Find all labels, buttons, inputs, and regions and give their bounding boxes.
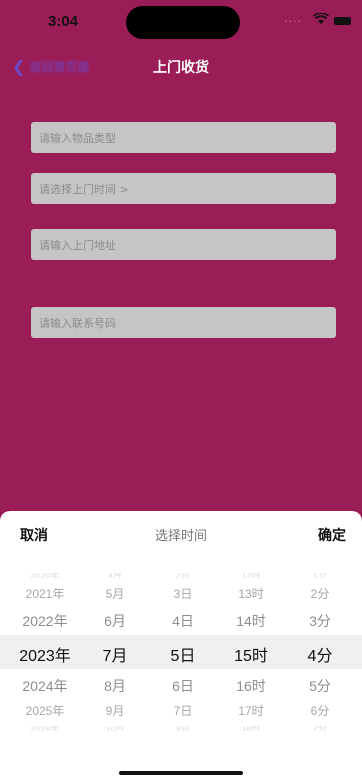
status-bar: 3:04 .... xyxy=(0,0,362,46)
address-input[interactable]: 请输入上门地址 xyxy=(31,229,336,260)
picker-option: 3分 xyxy=(309,613,331,629)
picker-title: 选择时间 xyxy=(154,529,207,544)
picker-option: 16时 xyxy=(236,678,266,694)
date-time-picker: 2020年 2021年 2022年 2023年 2024年 2025年 2026… xyxy=(0,561,362,741)
picker-option: 2022年 xyxy=(22,613,68,629)
page-title: 上门收货 xyxy=(153,60,209,76)
month-wheel[interactable]: 4月 5月 6月 7月 8月 9月 10月 xyxy=(92,561,138,741)
picker-option: 2日 xyxy=(175,572,190,579)
picker-toolbar: 取消 选择时间 确定 xyxy=(0,511,362,555)
picker-option: 8月 xyxy=(104,678,126,694)
picker-option-selected: 4分 xyxy=(307,648,333,665)
nav-bar: ❮ 返回首页面 上门收货 xyxy=(0,52,362,82)
year-wheel[interactable]: 2020年 2021年 2022年 2023年 2024年 2025年 2026… xyxy=(8,561,82,741)
dynamic-island xyxy=(126,6,240,39)
picker-option: 9月 xyxy=(105,704,125,718)
picker-option-selected: 7月 xyxy=(102,648,128,665)
confirm-button[interactable]: 确定 xyxy=(318,525,346,545)
picker-option: 6日 xyxy=(172,678,194,694)
picker-option: 12时 xyxy=(241,572,261,579)
picker-option: 14时 xyxy=(236,613,266,629)
picker-option: 18时 xyxy=(241,725,261,732)
picker-option: 7日 xyxy=(173,704,193,718)
item-type-input[interactable]: 请输入物品类型 xyxy=(31,122,336,153)
picker-option-selected: 5日 xyxy=(170,648,196,665)
picker-option: 10月 xyxy=(105,725,125,732)
picker-option: 7分 xyxy=(312,725,327,732)
picker-option: 8日 xyxy=(175,725,190,732)
picker-option: 2026年 xyxy=(30,725,60,732)
picker-option: 4月 xyxy=(107,572,122,579)
hour-wheel[interactable]: 12时 13时 14时 15时 16时 17时 18时 xyxy=(222,561,280,741)
picker-option: 13时 xyxy=(238,587,264,601)
picker-option-selected: 2023年 xyxy=(19,648,71,665)
picker-option: 2分 xyxy=(310,587,330,601)
picker-option: 2025年 xyxy=(25,704,65,718)
picker-option-selected: 15时 xyxy=(234,648,268,665)
signal-icon: .... xyxy=(284,12,302,25)
home-indicator[interactable] xyxy=(119,771,243,775)
pickup-time-field[interactable]: 请选择上门时间 > xyxy=(31,173,336,204)
day-wheel[interactable]: 2日 3日 4日 5日 6日 7日 8日 xyxy=(160,561,206,741)
time-picker-sheet: 取消 选择时间 确定 2020年 2021年 2022年 2023年 2024年… xyxy=(0,511,362,781)
minute-wheel[interactable]: 1分 2分 3分 4分 5分 6分 7分 xyxy=(292,561,348,741)
phone-input[interactable]: 请输入联系号码 xyxy=(31,307,336,338)
picker-option: 2020年 xyxy=(30,572,60,579)
picker-option: 5月 xyxy=(105,587,125,601)
picker-option: 5分 xyxy=(309,678,331,694)
picker-option: 2021年 xyxy=(25,587,65,601)
picker-option: 17时 xyxy=(238,704,264,718)
picker-option: 6分 xyxy=(310,704,330,718)
status-time: 3:04 xyxy=(48,13,79,30)
picker-option: 4日 xyxy=(172,613,194,629)
picker-option: 6月 xyxy=(104,613,126,629)
battery-icon xyxy=(334,17,351,25)
picker-option: 2024年 xyxy=(22,678,68,694)
picker-option: 1分 xyxy=(312,572,327,579)
wifi-icon xyxy=(313,13,329,24)
picker-option: 3日 xyxy=(173,587,193,601)
